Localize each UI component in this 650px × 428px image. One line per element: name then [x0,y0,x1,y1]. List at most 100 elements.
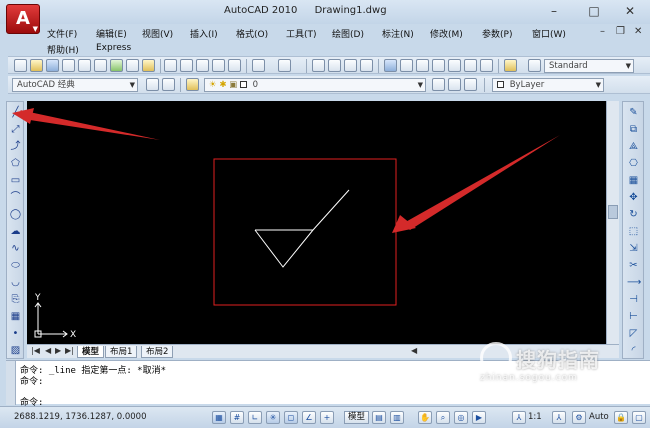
3d-dwf-icon[interactable] [110,59,123,72]
steering-wheel-icon[interactable]: ◎ [454,411,468,424]
grid-icon[interactable]: # [230,411,244,424]
join-icon[interactable]: ⊢ [627,310,640,323]
vertical-scrollbar[interactable] [606,101,619,344]
ortho-icon[interactable]: ∟ [248,411,262,424]
scale-icon[interactable]: ⬚ [627,225,640,238]
arc-icon[interactable]: ⌒ [9,191,22,204]
menu-file[interactable]: 文件(F) [47,27,77,40]
close-button[interactable]: ✕ [610,0,650,22]
zoom-previous-icon[interactable] [360,59,373,72]
command-window-grip[interactable] [6,361,16,405]
drawing-quickview-icon[interactable]: ▥ [390,411,404,424]
offset-icon[interactable]: ⎔ [627,157,640,170]
last-tab-icon[interactable]: ▶| [65,346,74,355]
zoom-window-icon[interactable] [344,59,357,72]
zoom-realtime-icon[interactable] [328,59,341,72]
undo-icon[interactable] [252,59,265,72]
new-icon[interactable] [14,59,27,72]
sheetset-icon[interactable] [142,59,155,72]
menu-parameters[interactable]: 参数(P) [482,27,512,40]
mirror-icon[interactable]: ⟁ [627,140,640,153]
construction-line-icon[interactable]: ⤢ [9,123,22,136]
line-icon[interactable]: ╱ [9,106,22,119]
plot-preview-icon[interactable] [78,59,91,72]
revision-cloud-icon[interactable]: ☁ [9,225,22,238]
tab-model[interactable]: 模型 [77,346,105,358]
model-space-button[interactable]: 模型 [344,411,370,424]
copy-object-icon[interactable]: ⧉ [627,123,640,136]
prev-tab-icon[interactable]: ◀ [45,346,51,355]
minimize-button[interactable]: – [534,0,574,22]
tab-layout2[interactable]: 布局2 [141,346,174,358]
polyline-icon[interactable]: ⤴ [9,140,22,153]
mdi-close-button[interactable]: ✕ [634,26,642,37]
point-icon[interactable]: • [9,327,22,340]
polar-tracking-icon[interactable]: ✳ [266,411,280,424]
menu-modify[interactable]: 修改(M) [430,27,463,40]
tool-palettes-icon[interactable] [416,59,429,72]
tab-layout1[interactable]: 布局1 [105,346,138,358]
menu-insert[interactable]: 插入(I) [190,27,218,40]
open-icon[interactable] [30,59,43,72]
object-snap-icon[interactable]: ◻ [284,411,298,424]
menu-tools[interactable]: 工具(T) [286,27,317,40]
calculator-icon[interactable] [480,59,493,72]
design-center-icon[interactable] [400,59,413,72]
mdi-restore-button[interactable]: ❐ [616,26,625,37]
pan-status-icon[interactable]: ✋ [418,411,432,424]
stretch-icon[interactable]: ⇲ [627,242,640,255]
menu-window[interactable]: 窗口(W) [532,27,566,40]
zoom-status-icon[interactable]: ⌕ [436,411,450,424]
layer-manager-icon[interactable] [186,78,199,91]
pan-icon[interactable] [312,59,325,72]
block-editor-icon[interactable] [228,59,241,72]
menu-view[interactable]: 视图(V) [142,27,173,40]
maximize-button[interactable]: □ [574,0,614,22]
next-tab-icon[interactable]: ▶ [55,346,61,355]
dynamic-ucs-icon[interactable]: + [320,411,334,424]
markup-icon[interactable] [448,59,461,72]
redo-icon[interactable] [278,59,291,72]
annotation-visibility-icon[interactable]: ⅄ [552,411,566,424]
scrollbar-thumb[interactable] [608,205,618,219]
menu-draw[interactable]: 绘图(D) [332,27,364,40]
coordinate-display[interactable]: 2688.1219, 1736.1287, 0.0000 [14,412,146,422]
clean-screen-icon[interactable]: ▢ [632,411,646,424]
print-icon[interactable] [62,59,75,72]
trim-icon[interactable]: ✂ [627,259,640,272]
workspace-save-icon[interactable] [162,78,175,91]
extend-icon[interactable]: ⟶ [627,276,641,289]
workspace-switching-icon[interactable]: ⚙ [572,411,586,424]
spline-icon[interactable]: ∿ [9,242,22,255]
workspace-select[interactable]: AutoCAD 经典 ▼ [12,78,138,92]
publish-web-icon[interactable] [126,59,139,72]
cut-icon[interactable] [164,59,177,72]
save-icon[interactable] [46,59,59,72]
break-icon[interactable]: ⊣ [627,293,640,306]
text-style-icon[interactable] [528,59,541,72]
circle-icon[interactable]: ◯ [9,208,22,221]
insert-block-icon[interactable]: ⎘ [9,293,22,306]
object-snap-tracking-icon[interactable]: ∠ [302,411,316,424]
command-window[interactable]: 命令: _line 指定第一点: *取消* 命令: 命令: [6,360,650,408]
color-select[interactable]: ByLayer ▼ [492,78,604,92]
help-icon[interactable] [504,59,517,72]
drawing-area[interactable]: Y X [27,101,606,344]
ellipse-arc-icon[interactable]: ◡ [9,276,22,289]
text-style-select[interactable]: Standard ▼ [544,59,634,73]
properties-icon[interactable] [384,59,397,72]
layout-quickview-icon[interactable]: ▤ [372,411,386,424]
quickcalc-icon[interactable] [464,59,477,72]
auto-scale-label[interactable]: Auto [589,412,609,422]
make-block-icon[interactable]: ▦ [9,310,22,323]
rotate-icon[interactable]: ↻ [627,208,640,221]
rectangle-icon[interactable]: ▭ [9,174,22,187]
paste-icon[interactable] [196,59,209,72]
chamfer-icon[interactable]: ◸ [627,327,640,340]
erase-icon[interactable]: ✎ [627,106,640,119]
layer-previous-icon[interactable] [448,78,461,91]
mdi-minimize-button[interactable]: – [600,26,605,37]
layer-select[interactable]: ☀ ✱ ▣ 0 ▼ [204,78,426,92]
annotation-scale-icon[interactable]: ⅄ [512,411,526,424]
ellipse-icon[interactable]: ⬭ [9,259,22,272]
